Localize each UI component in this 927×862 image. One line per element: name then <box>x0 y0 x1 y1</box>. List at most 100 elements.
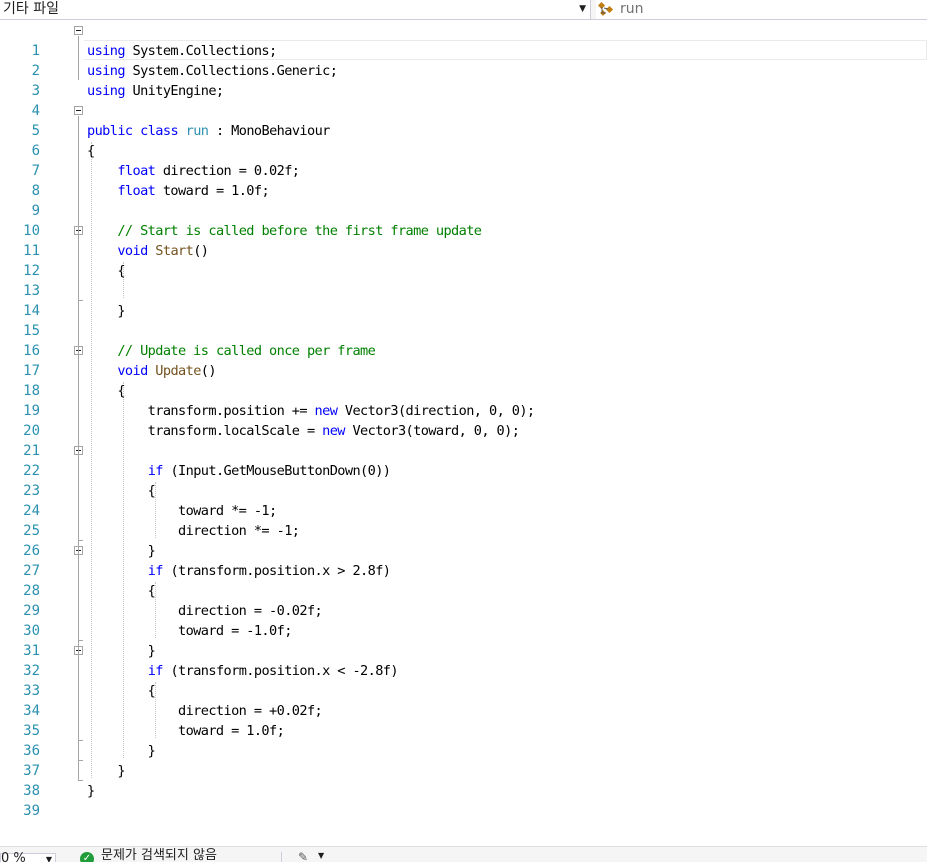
code-line[interactable]: { <box>87 581 535 601</box>
navigation-bar: 기타 파일 ▼ run <box>0 0 927 20</box>
code-token: () <box>193 243 209 259</box>
line-number: 27 <box>23 563 40 579</box>
code-token: UnityEngine; <box>124 83 225 99</box>
code-keyword: void <box>117 243 148 259</box>
project-dropdown-label: 기타 파일 <box>3 1 59 17</box>
code-line[interactable]: float toward = 1.0f; <box>87 181 535 201</box>
outline-line <box>78 656 79 740</box>
code-token: direction = -0.02f; <box>87 603 323 619</box>
code-line[interactable]: // Start is called before the first fram… <box>87 221 535 241</box>
code-line[interactable]: } <box>87 641 535 661</box>
line-number: 34 <box>23 703 40 719</box>
code-token: : <box>208 123 232 139</box>
code-line[interactable]: direction *= -1; <box>87 521 535 541</box>
code-line[interactable] <box>87 441 535 461</box>
code-line[interactable]: using UnityEngine; <box>87 81 535 101</box>
code-token: } <box>87 743 156 759</box>
code-keyword: new <box>314 403 338 419</box>
code-method: Update <box>155 363 201 379</box>
code-token: { <box>87 263 125 279</box>
code-line[interactable]: } <box>87 301 535 321</box>
code-line[interactable]: if (transform.position.x < -2.8f) <box>87 661 535 681</box>
code-line[interactable]: { <box>87 261 535 281</box>
code-method: Start <box>155 243 194 259</box>
code-line[interactable]: { <box>87 381 535 401</box>
code-line[interactable]: // Update is called once per frame <box>87 341 535 361</box>
project-dropdown[interactable]: 기타 파일 ▼ <box>0 0 591 19</box>
code-line[interactable]: if (Input.GetMouseButtonDown(0)) <box>87 461 535 481</box>
chevron-down-icon[interactable]: ▼ <box>318 851 324 860</box>
code-line[interactable]: if (transform.position.x > 2.8f) <box>87 561 535 581</box>
code-line[interactable]: public class run : MonoBehaviour <box>87 121 535 141</box>
line-number: 23 <box>23 483 40 499</box>
code-keyword: if <box>147 463 164 479</box>
line-number: 32 <box>23 663 40 679</box>
code-line[interactable]: direction = +0.02f; <box>87 701 535 721</box>
code-line[interactable]: } <box>87 741 535 761</box>
line-number: 26 <box>23 543 40 559</box>
code-line[interactable]: } <box>87 761 535 781</box>
code-editor[interactable]: 1 2 3 4 5 6 7 8 9 10 11 12 13 14 15 16 17 18 19 20 21 22 23 24 2… <box>0 20 927 846</box>
line-number: 19 <box>23 403 40 419</box>
chevron-down-icon[interactable]: ▼ <box>579 0 586 19</box>
code-line[interactable] <box>87 281 535 301</box>
code-token: } <box>87 783 95 799</box>
line-number: 39 <box>23 803 40 819</box>
code-line[interactable]: { <box>87 481 535 501</box>
code-line[interactable]: { <box>87 681 535 701</box>
code-line[interactable]: void Start() <box>87 241 535 261</box>
code-token: () <box>200 363 217 379</box>
code-keyword: public <box>87 123 133 139</box>
code-line[interactable]: float direction = 0.02f; <box>87 161 535 181</box>
member-dropdown[interactable]: run <box>596 0 927 19</box>
code-token: { <box>87 583 156 599</box>
collapse-icon[interactable] <box>74 26 83 35</box>
outline-line <box>78 556 79 640</box>
code-text[interactable]: using System.Collections; using System.Co… <box>87 41 535 821</box>
code-line[interactable]: using System.Collections.Generic; <box>87 61 535 81</box>
code-line[interactable]: using System.Collections; <box>87 41 535 61</box>
code-line[interactable]: toward = 1.0f; <box>87 721 535 741</box>
code-line[interactable]: } <box>87 541 535 561</box>
line-number: 33 <box>23 683 40 699</box>
code-line[interactable]: toward *= -1; <box>87 501 535 521</box>
brush-icon[interactable]: ✎ <box>298 850 308 862</box>
code-token: } <box>87 643 156 659</box>
code-line[interactable] <box>87 201 535 221</box>
member-dropdown-label: run <box>620 1 644 17</box>
line-number: 8 <box>31 183 40 199</box>
code-line[interactable]: toward = -1.0f; <box>87 621 535 641</box>
code-token: toward = 1.0f; <box>87 723 285 739</box>
code-line[interactable] <box>87 101 535 121</box>
code-token: } <box>87 543 156 559</box>
line-number: 24 <box>23 503 40 519</box>
code-token: toward *= -1; <box>87 503 277 519</box>
line-number: 9 <box>31 203 40 219</box>
code-line[interactable] <box>87 321 535 341</box>
code-token: } <box>87 763 125 779</box>
code-line[interactable]: } <box>87 781 535 801</box>
code-line[interactable]: transform.position += new Vector3(direct… <box>87 401 535 421</box>
line-number: 7 <box>31 163 40 179</box>
line-number: 2 <box>31 63 40 79</box>
code-keyword: new <box>322 423 345 439</box>
code-line[interactable] <box>87 801 535 821</box>
outline-line <box>78 236 79 300</box>
outline-line-end <box>78 740 83 741</box>
code-line[interactable]: transform.localScale = new Vector3(towar… <box>87 421 535 441</box>
collapse-icon[interactable] <box>74 106 83 115</box>
code-line[interactable]: void Update() <box>87 361 535 381</box>
code-token: { <box>87 683 156 699</box>
editor-status-bar: 0 % ▼ ✓ 문제가 검색되지 않음 ✎ ▼ <box>0 846 927 862</box>
line-number: 30 <box>23 623 40 639</box>
line-number: 35 <box>23 723 40 739</box>
issues-status[interactable]: 문제가 검색되지 않음 <box>101 849 217 862</box>
code-line[interactable]: { <box>87 141 535 161</box>
code-line[interactable]: direction = -0.02f; <box>87 601 535 621</box>
